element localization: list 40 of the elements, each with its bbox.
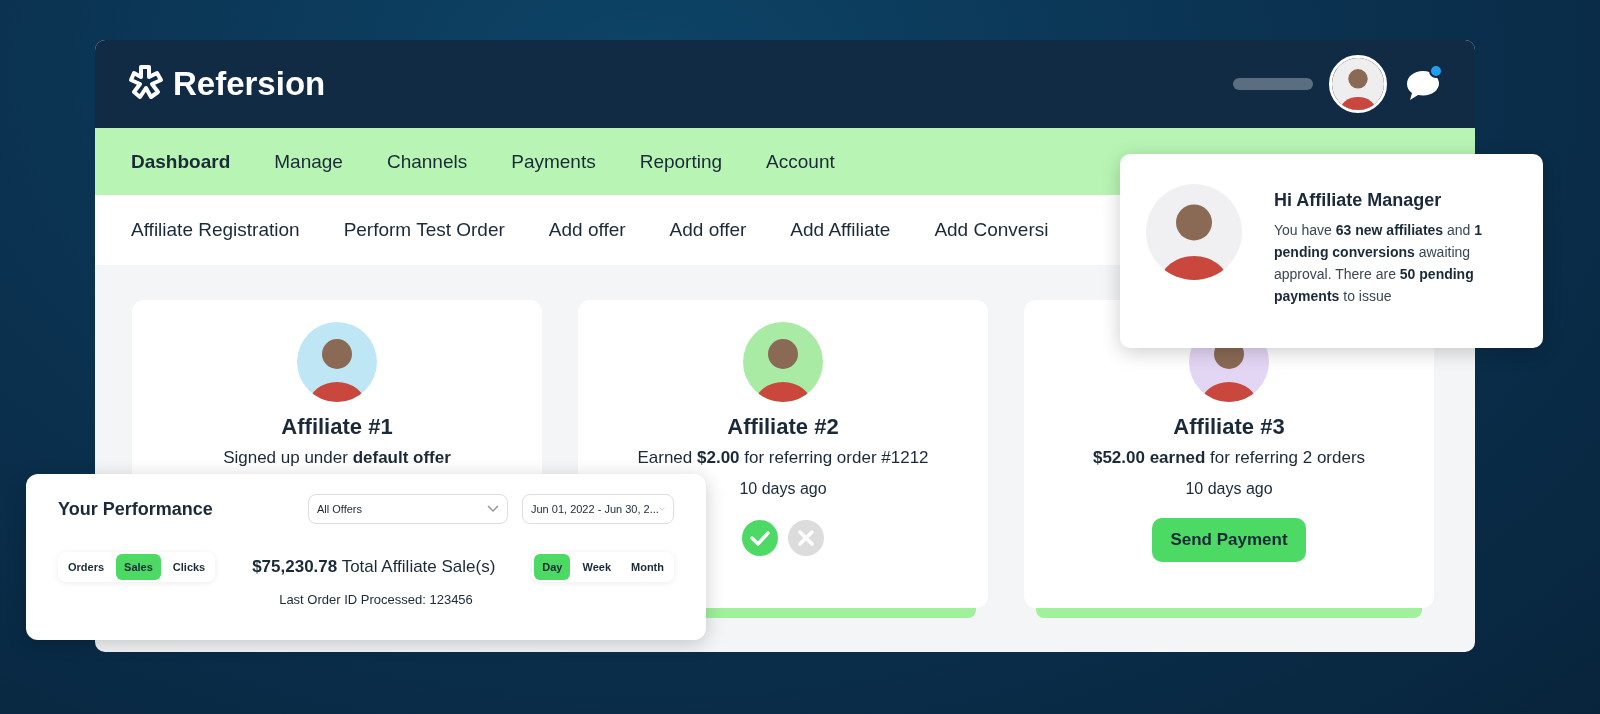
action-link[interactable]: Add Affiliate [790,219,891,241]
toggle-option[interactable]: Sales [116,554,161,580]
action-link[interactable]: Add offer [669,219,747,241]
nav-tab[interactable]: Dashboard [131,150,231,173]
affiliate-name: Affiliate #3 [1173,414,1285,440]
approve-icon[interactable] [742,520,778,556]
send-payment-button[interactable]: Send Payment [1152,518,1306,562]
last-order-text: Last Order ID Processed: 123456 [278,592,474,607]
action-link[interactable]: Perform Test Order [343,219,505,241]
offer-dropdown[interactable]: All Offers [308,494,508,524]
card-title: Your Performance [58,498,214,520]
timestamp: 10 days ago [1185,480,1273,498]
nav-tab[interactable]: Account [766,150,835,173]
reject-icon[interactable] [788,520,824,556]
toggle-option[interactable]: Week [574,554,619,580]
toggle-option[interactable]: Month [623,554,672,580]
affiliate-description: Earned $2.00 for referring order #1212 [637,448,929,468]
nav-tab[interactable]: Channels [386,150,468,173]
action-link[interactable]: Add offer [548,219,626,241]
chevron-down-icon [487,505,499,513]
affiliate-name: Affiliate #1 [281,414,393,440]
affiliate-description: Signed up under default offer [223,448,451,468]
affiliate-description: $52.00 earned for referring 2 orders [1092,448,1366,468]
nav-tab[interactable]: Manage [274,150,343,173]
avatar [1332,58,1384,110]
nav-tab[interactable]: Payments [511,150,596,173]
nav-tab[interactable]: Reporting [639,150,723,173]
notification-message: You have 63 new affiliates and 1 pending conversions awaiting approval. There are 50 pending payments to issue [1274,221,1484,306]
chevron-down-icon [658,505,665,513]
toggle-option[interactable]: Clicks [164,554,214,580]
toggle-option[interactable]: Orders [60,554,113,580]
date-range-dropdown[interactable]: Jun 01, 2022 - Jun 30, 2... [522,494,674,524]
notification-title: Hi Affiliate Manager [1274,190,1443,211]
action-link[interactable]: Add Conversi [934,219,1049,241]
total-sales: $75,230.78 Total Affiliate Sale(s) [251,557,497,577]
timestamp: 10 days ago [739,480,827,498]
logo-text: Refersion [173,65,326,103]
action-link[interactable]: Affiliate Registration [131,219,300,241]
affiliate-name: Affiliate #2 [727,414,839,440]
toggle-option[interactable]: Day [534,554,571,580]
